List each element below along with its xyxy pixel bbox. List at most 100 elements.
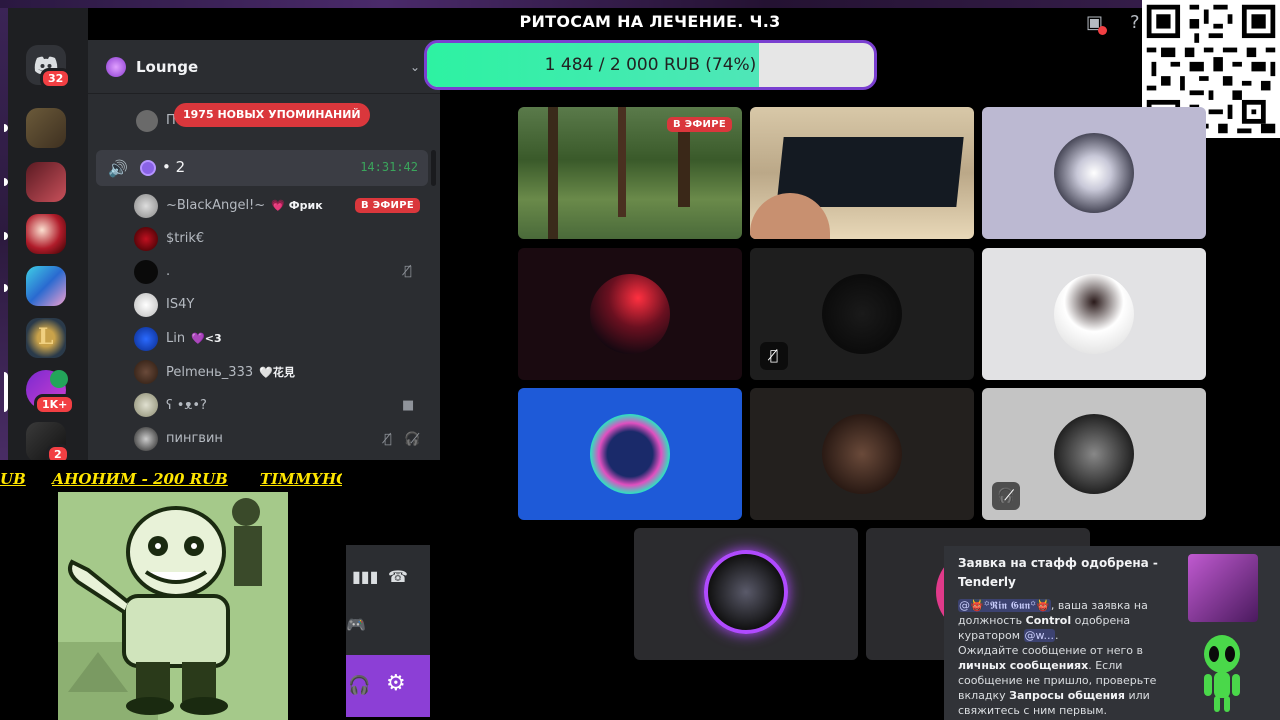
- user-avatar: [704, 550, 788, 634]
- user-avatar: [1054, 274, 1134, 354]
- headphones-icon[interactable]: 🎧: [348, 675, 370, 696]
- sans-artwork: [58, 492, 288, 720]
- sans-character-icon: [58, 492, 288, 720]
- scrollbar-thumb[interactable]: [431, 150, 436, 186]
- voice-member[interactable]: Lin 💜<3: [134, 325, 434, 355]
- disconnect-icon[interactable]: ☎: [388, 567, 408, 586]
- muted-mic-icon: 🎙̸: [760, 342, 788, 370]
- server-icon-miku[interactable]: [26, 266, 66, 306]
- muted-mic-icon: 🎙̸: [404, 264, 412, 279]
- activity-icon[interactable]: 🎮: [346, 615, 366, 634]
- chevron-down-icon[interactable]: ⌄: [410, 60, 420, 74]
- avatar: [134, 194, 158, 218]
- avatar: [134, 227, 158, 251]
- avatar: [134, 427, 158, 451]
- user-mention[interactable]: @👹꙳𝕽𝖎𝖓 𝕲𝖚𝖓꙳👹: [958, 599, 1051, 612]
- avatar: [134, 393, 158, 417]
- member-name: IS4Y: [166, 297, 195, 312]
- live-badge: В ЭФИРЕ: [667, 117, 732, 132]
- user-avatar: [822, 274, 902, 354]
- server-icon-league[interactable]: L: [26, 318, 66, 358]
- body-text: Ожидайте сообщение от него в: [958, 644, 1143, 657]
- curator-mention[interactable]: @w...: [1023, 629, 1056, 642]
- guild-name: Lounge: [136, 57, 199, 76]
- stream-tile-avatar[interactable]: [750, 388, 974, 520]
- deafened-icon: 🎧̸: [992, 482, 1020, 510]
- user-avatar: [1054, 414, 1134, 494]
- camera-icon: ■: [402, 398, 415, 413]
- voice-controls-panel: ▮▮▮ ☎ 🎮: [346, 545, 430, 660]
- guild-header[interactable]: Lounge ⌄: [88, 40, 440, 94]
- server-badge: 1K+: [34, 394, 76, 415]
- user-avatar: [590, 414, 670, 494]
- voice-member[interactable]: Pelmeнь_333 🤍花見: [134, 358, 434, 388]
- server-icon-red[interactable]: [26, 162, 66, 202]
- deafened-icon: 🎧̸: [404, 432, 421, 447]
- guild-icon: [106, 56, 126, 77]
- ticker-fragment: UB: [0, 470, 26, 488]
- voice-member[interactable]: $trik€: [134, 225, 434, 255]
- user-avatar: [822, 414, 902, 494]
- voice-member[interactable]: .: [134, 258, 434, 288]
- member-name: ʕ •ᴥ•?: [166, 398, 207, 413]
- server-icon-anime[interactable]: [26, 214, 66, 254]
- donation-goal-bar: 1 484 / 2 000 RUB (74%): [424, 40, 877, 90]
- user-controls-bar: 🎧 ⚙: [346, 655, 430, 717]
- stream-tile-avatar[interactable]: 🎙̸: [750, 248, 974, 380]
- stream-tile-avatar[interactable]: [518, 248, 742, 380]
- user-avatar: [590, 274, 670, 354]
- user-avatar: [1054, 133, 1134, 213]
- voice-member[interactable]: IS4Y: [134, 291, 434, 321]
- voice-timer: 14:31:42: [360, 160, 418, 174]
- avatar: [136, 110, 158, 132]
- ticker-item: АНОНИМ - 200 RUB: [52, 470, 228, 488]
- member-tag: 💜<3: [191, 332, 222, 345]
- stream-tile-forest-game[interactable]: В ЭФИРЕ: [518, 107, 742, 239]
- stream-tile-avatar[interactable]: 🎧̸: [982, 388, 1206, 520]
- channel-status-dot: [140, 160, 156, 176]
- voice-member[interactable]: ʕ •ᴥ•?: [134, 391, 434, 421]
- stream-tile-avatar-speaking[interactable]: [634, 528, 858, 660]
- notification-thumbnail: [1188, 554, 1258, 622]
- member-name: пингвин: [166, 431, 223, 446]
- selected-pill: [4, 372, 8, 412]
- avatar: [134, 293, 158, 317]
- member-name: .: [166, 264, 171, 279]
- server-icon-tank[interactable]: [26, 108, 66, 148]
- member-name: ~BlackAngel!~: [166, 198, 266, 213]
- voice-channel[interactable]: 🔊 • 2 14:31:42: [96, 150, 428, 186]
- avatar: [134, 360, 158, 384]
- ticker-fragment: TIMMYHC: [260, 470, 342, 488]
- avatar: [134, 327, 158, 351]
- goal-text: 1 484 / 2 000 RUB (74%): [544, 55, 757, 75]
- stream-overlay: 32 L 1K+ 2 Lounge ⌄ П 1975 НОВЫХ УПОМИНА…: [0, 0, 1280, 720]
- member-name: $trik€: [166, 231, 205, 246]
- alien-mascot-icon: [1204, 635, 1240, 712]
- speaker-icon: 🔊: [108, 159, 128, 178]
- staff-application-notification[interactable]: Заявка на стафф одобрена - Tenderly @👹꙳𝕽…: [944, 546, 1280, 720]
- member-name: Pelmeнь_333: [166, 365, 254, 380]
- stream-tile-avatar[interactable]: [518, 388, 742, 520]
- new-mentions-button[interactable]: 1975 НОВЫХ УПОМИНАНИЙ: [174, 103, 370, 127]
- stream-tile-laptop-camera[interactable]: [750, 107, 974, 239]
- notification-body: @👹꙳𝕽𝖎𝖓 𝕲𝖚𝖓꙳👹, ваша заявка на должность C…: [958, 598, 1178, 718]
- role-name: Control: [1025, 614, 1072, 627]
- stream-tile-avatar[interactable]: [982, 248, 1206, 380]
- notification-count-badge: 32: [40, 68, 72, 89]
- live-badge: В ЭФИРЕ: [355, 198, 420, 213]
- stream-title: РИТОСАМ НА ЛЕЧЕНИЕ. Ч.3: [519, 12, 781, 31]
- member-tag: 🤍花見: [259, 366, 295, 379]
- voice-channel-name: • 2: [162, 158, 186, 176]
- member-tag: 💗 Фрик: [271, 199, 323, 212]
- body-text: .: [1055, 629, 1059, 642]
- stream-tile-avatar[interactable]: [982, 107, 1206, 239]
- requests-tab-text: Запросы общения: [1009, 689, 1125, 702]
- top-decor-strip: [0, 0, 1280, 8]
- member-name: Lin: [166, 331, 186, 346]
- tree-trunk: [548, 107, 558, 239]
- league-logo-icon: L: [38, 324, 54, 350]
- settings-gear-icon[interactable]: ⚙: [386, 671, 406, 696]
- notification-title: Заявка на стафф одобрена - Tenderly: [958, 556, 1158, 589]
- muted-mic-icon: 🎙̸: [384, 432, 392, 447]
- soundboard-icon[interactable]: ▮▮▮: [352, 567, 378, 586]
